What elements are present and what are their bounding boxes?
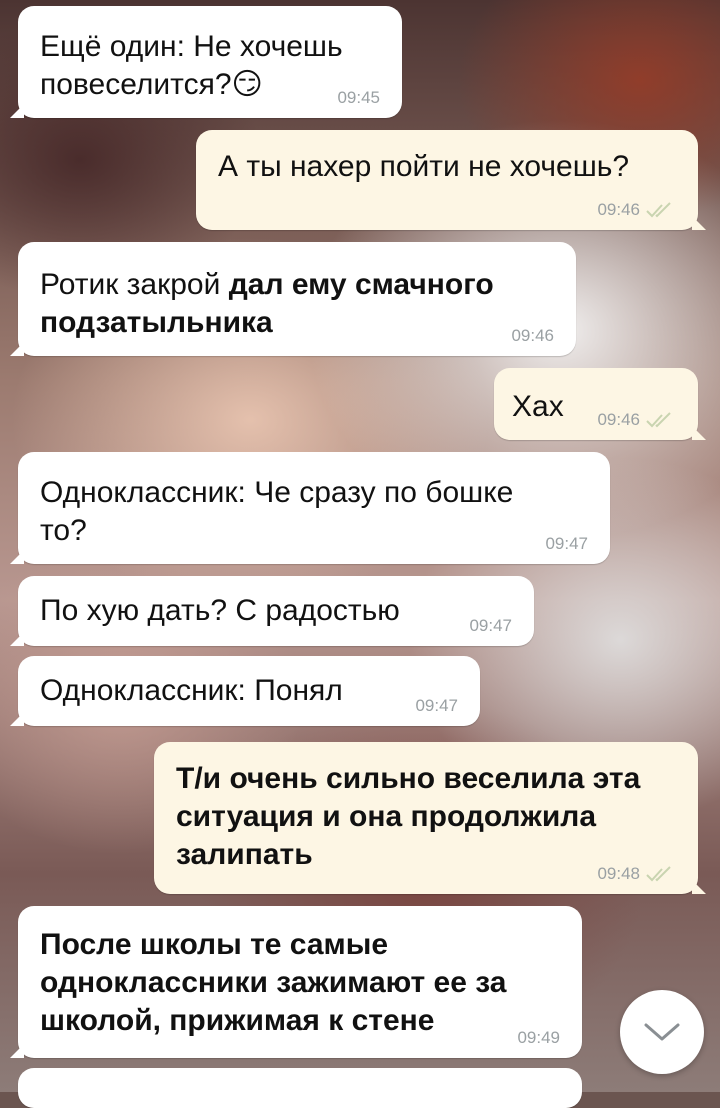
message-text-bold: подзатыльника: [40, 306, 273, 339]
message-time: 09:46: [597, 200, 640, 219]
message-bubble-outgoing[interactable]: Т/и очень сильно веселила эта ситуация и…: [154, 742, 706, 894]
message-text: Т/и очень сильно веселила эта ситуация и…: [176, 762, 641, 871]
message-text: Ротик закрой дал ему смачного подзатыльн…: [40, 266, 494, 342]
double-check-icon: [646, 202, 671, 218]
message-text: А ты нахер пойти не хочешь?: [218, 150, 630, 183]
message-text-regular: Ротик закрой: [40, 268, 221, 301]
message-text: По хую дать? С радостью: [40, 594, 400, 627]
message-meta: 09:46: [597, 410, 676, 430]
message-text: После школы те самые одноклассники зажим…: [40, 928, 507, 1037]
message-time: 09:46: [597, 410, 640, 429]
message-text-bold: дал ему смачного: [228, 268, 494, 301]
message-text: Одноклассник: Че сразу по бошке то?: [40, 476, 514, 547]
message-meta: 09:46: [597, 200, 676, 220]
message-meta: 09:45: [337, 88, 380, 108]
message-meta: 09:46: [511, 326, 554, 346]
message-bubble-incoming[interactable]: Ротик закрой дал ему смачного подзатыльн…: [10, 242, 576, 356]
message-bubble-outgoing[interactable]: А ты нахер пойти не хочешь? 09:46: [196, 130, 706, 230]
scroll-to-bottom-button[interactable]: [620, 990, 704, 1074]
double-check-icon: [646, 866, 671, 882]
message-time: 09:49: [517, 1028, 560, 1047]
message-meta: 09:47: [469, 616, 512, 636]
message-meta: 09:49: [517, 1028, 560, 1048]
message-text: Хах: [512, 390, 564, 423]
message-bubble-incoming[interactable]: Одноклассник: Понял 09:47: [10, 656, 480, 726]
chevron-down-icon: [644, 1023, 680, 1041]
message-bubble-outgoing[interactable]: Хах 09:46: [494, 368, 706, 440]
message-time: 09:46: [511, 326, 554, 345]
double-check-icon: [646, 412, 671, 428]
message-time: 09:48: [597, 864, 640, 883]
message-bubble-incoming[interactable]: Ещё один: Не хочешь повеселится?😏 09:45: [10, 6, 402, 118]
message-meta: 09:47: [545, 534, 588, 554]
message-time: 09:47: [545, 534, 588, 553]
message-bubble-incoming[interactable]: После школы те самые одноклассники зажим…: [10, 906, 582, 1058]
message-meta: 09:48: [597, 864, 676, 884]
message-text: Одноклассник: Понял: [40, 674, 343, 707]
message-text: Ещё один: Не хочешь повеселится?😏: [40, 30, 343, 101]
message-bubble-incoming[interactable]: По хую дать? С радостью 09:47: [10, 576, 534, 646]
message-meta: 09:47: [415, 696, 458, 716]
message-bubble-incoming[interactable]: Одноклассник: Че сразу по бошке то? 09:4…: [10, 452, 610, 564]
message-time: 09:45: [337, 88, 380, 107]
message-time: 09:47: [469, 616, 512, 635]
message-time: 09:47: [415, 696, 458, 715]
message-bubble-incoming-partial[interactable]: [18, 1068, 582, 1108]
message-list[interactable]: Ещё один: Не хочешь повеселится?😏 09:45 …: [0, 0, 720, 1108]
